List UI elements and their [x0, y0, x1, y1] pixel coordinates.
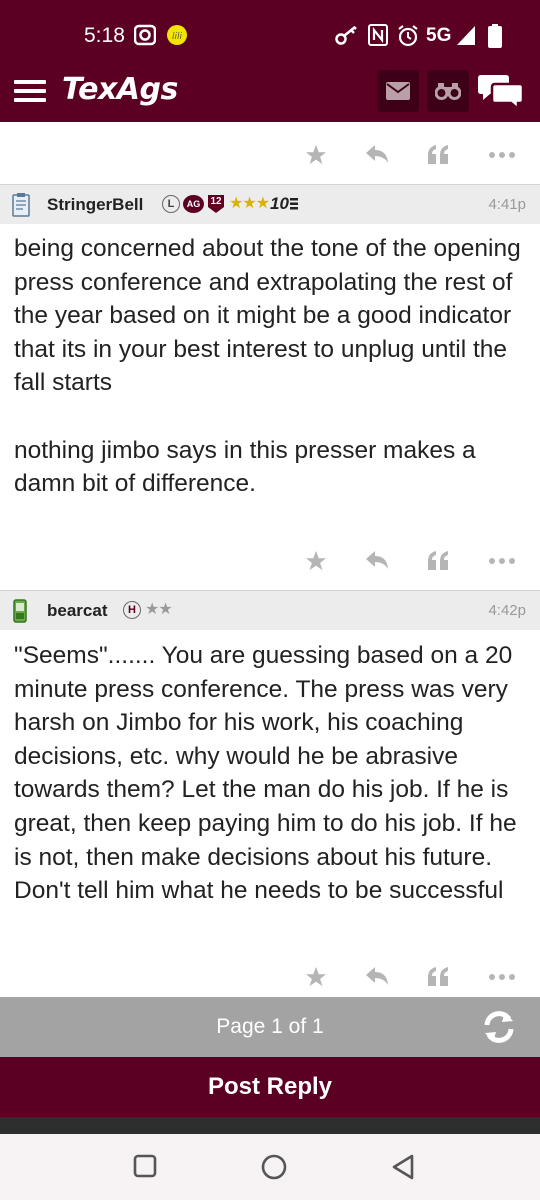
app-header: TexAgs: [0, 60, 540, 122]
svg-text:lili: lili: [172, 32, 183, 42]
status-bar: 5:18 lili 5G: [0, 0, 540, 60]
post-time: 4:42p: [488, 602, 526, 619]
pagination-bar: Page 1 of 1: [0, 997, 540, 1057]
user-device-icon: [12, 193, 30, 217]
messages-button[interactable]: [377, 70, 419, 112]
ag-badge: AG: [183, 195, 204, 213]
post-paragraph: "Seems"....... You are guessing based on…: [14, 642, 517, 905]
home-icon[interactable]: [261, 1154, 287, 1180]
h-badge: H: [123, 601, 141, 619]
quote-icon[interactable]: [427, 144, 449, 164]
post-username[interactable]: StringerBell: [47, 195, 143, 215]
signal-icon: [457, 26, 475, 45]
menu-icon[interactable]: [14, 80, 46, 102]
post-reply-button[interactable]: Post Reply: [0, 1057, 540, 1117]
star-icon[interactable]: [305, 550, 327, 572]
quote-icon[interactable]: [427, 966, 449, 986]
post-time: 4:41p: [488, 196, 526, 213]
page-indicator[interactable]: Page 1 of 1: [0, 1015, 540, 1039]
user-device-icon: [13, 599, 27, 623]
system-nav-bar: [0, 1134, 540, 1200]
post-paragraph: nothing jimbo says in this presser makes…: [14, 436, 476, 498]
rank-lines-icon: [290, 198, 298, 210]
post-body: "Seems"....... You are guessing based on…: [14, 639, 529, 908]
status-time: 5:18: [84, 24, 125, 47]
divider: [0, 1117, 540, 1134]
more-options-icon[interactable]: [489, 558, 515, 564]
app-notification-icon: lili: [167, 25, 187, 45]
vpn-key-icon: [335, 26, 357, 45]
reply-icon[interactable]: [365, 144, 389, 164]
post-action-bar: [0, 530, 540, 590]
rank-badge: 10: [270, 194, 289, 213]
post-header: StringerBell L AG 12 ★★★ 10 4:41p: [0, 184, 540, 224]
post-action-bar: [0, 124, 540, 184]
more-options-icon[interactable]: [489, 152, 515, 158]
back-icon[interactable]: [391, 1154, 415, 1180]
post-paragraph: being concerned about the tone of the op…: [14, 235, 521, 397]
mail-icon: [386, 82, 410, 100]
network-type: 5G: [426, 25, 452, 46]
watchlist-button[interactable]: [427, 70, 469, 112]
nfc-icon: [368, 24, 388, 46]
more-options-icon[interactable]: [489, 974, 515, 980]
star-icon[interactable]: [305, 144, 327, 166]
battery-icon: [488, 24, 502, 48]
binoculars-icon: [435, 83, 461, 100]
star-icon[interactable]: [305, 966, 327, 988]
recent-apps-icon[interactable]: [133, 1154, 157, 1178]
alarm-icon: [398, 25, 418, 47]
site-logo[interactable]: TexAgs: [62, 72, 178, 107]
rating-stars: ★★★: [229, 195, 270, 212]
post-reply-label: Post Reply: [207, 1073, 333, 1100]
lifetime-badge: L: [162, 195, 180, 213]
post-header: bearcat H ★★ 4:42p: [0, 590, 540, 630]
post-username[interactable]: bearcat: [47, 601, 107, 621]
rating-stars: ★★: [145, 601, 173, 618]
reply-icon[interactable]: [365, 966, 389, 986]
reply-icon[interactable]: [365, 550, 389, 570]
quote-icon[interactable]: [427, 550, 449, 570]
chat-icon[interactable]: [478, 72, 524, 110]
year-badge: 12: [210, 196, 222, 207]
refresh-icon[interactable]: [481, 1009, 517, 1045]
post-body: being concerned about the tone of the op…: [14, 232, 529, 501]
camera-notification-icon: [134, 24, 156, 46]
